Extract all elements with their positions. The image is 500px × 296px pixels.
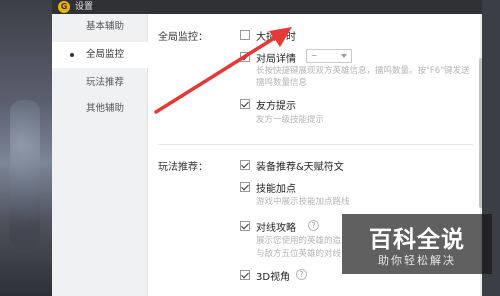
sidebar-item-basic[interactable]: 基本辅助 bbox=[52, 14, 148, 40]
view-3d-help-icon[interactable]: ? bbox=[296, 269, 307, 280]
scrollbar-thumb[interactable] bbox=[479, 58, 482, 208]
sidebar-item-other[interactable]: 其他辅助 bbox=[52, 96, 148, 122]
annotation-arrow-icon bbox=[154, 27, 292, 114]
sidebar-item-gameplay[interactable]: 玩法推荐 bbox=[52, 70, 148, 96]
section-label-gameplay: 玩法推荐： bbox=[158, 162, 208, 173]
app-logo-icon: G bbox=[58, 1, 70, 13]
equipment-label: 装备推荐&天赋符文 bbox=[256, 162, 344, 173]
sidebar-item-global-monitor[interactable]: 全局监控 bbox=[52, 42, 148, 68]
lane-guide-label: 对线攻略 bbox=[256, 223, 296, 234]
watermark-subtitle: 助你轻松解决 bbox=[378, 254, 456, 267]
skill-points-label: 技能加点 bbox=[256, 184, 296, 195]
select-value: ~ bbox=[311, 51, 318, 60]
equipment-checkbox[interactable] bbox=[240, 160, 250, 170]
sidebar-item-label: 基本辅助 bbox=[86, 21, 125, 32]
title-bar: G 设置 bbox=[52, 0, 482, 14]
lane-guide-description-1: 展示您使用的英雄的造 bbox=[256, 236, 342, 246]
watermark-title: 百科全说 bbox=[369, 227, 465, 253]
sidebar-item-label: 其他辅助 bbox=[86, 103, 125, 114]
background-left bbox=[0, 0, 52, 296]
lane-guide-description-2: 与敌方五位英雄的对线 bbox=[256, 249, 342, 259]
window-title: 设置 bbox=[75, 2, 94, 12]
view-3d-checkbox[interactable] bbox=[240, 270, 250, 280]
skill-points-checkbox[interactable] bbox=[240, 182, 250, 192]
watermark: 百科全说 助你轻松解决 bbox=[342, 214, 492, 274]
match-details-hotkey-select[interactable]: ~ bbox=[306, 49, 352, 63]
skill-points-description: 游戏中展示技能加点路线 bbox=[256, 197, 350, 207]
section-divider bbox=[158, 144, 473, 145]
view-3d-label: 3D视角 bbox=[256, 272, 291, 283]
chevron-down-icon bbox=[341, 54, 347, 58]
sidebar-item-label: 玩法推荐 bbox=[86, 77, 125, 88]
lane-guide-help-icon[interactable]: ? bbox=[308, 220, 319, 231]
lane-guide-checkbox[interactable] bbox=[240, 221, 250, 231]
active-dot-icon bbox=[70, 53, 74, 57]
sidebar: 基本辅助 全局监控 玩法推荐 其他辅助 bbox=[52, 14, 148, 296]
sidebar-item-label: 全局监控 bbox=[86, 49, 125, 60]
